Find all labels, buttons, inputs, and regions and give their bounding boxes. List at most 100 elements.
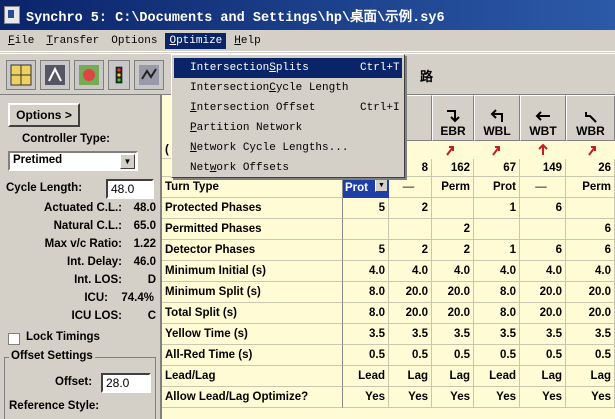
- grid-cell[interactable]: Yes: [389, 387, 432, 408]
- lane-settings-button[interactable]: [40, 60, 70, 90]
- grid-cell[interactable]: Lead: [343, 366, 389, 387]
- menu-file[interactable]: File: [4, 33, 38, 49]
- grid-cell[interactable]: [432, 198, 474, 219]
- grid-cell[interactable]: 0.5: [474, 345, 520, 366]
- grid-cell[interactable]: Yes: [343, 387, 389, 408]
- title-bar: Synchro 5: C:\Documents and Settings\hp\…: [0, 0, 615, 30]
- grid-cell[interactable]: [520, 219, 566, 240]
- offset-input[interactable]: 28.0: [101, 373, 151, 393]
- signal-button[interactable]: [108, 60, 130, 90]
- grid-cell[interactable]: 4.0: [474, 261, 520, 282]
- column-header-wbt[interactable]: WBT: [520, 95, 566, 141]
- grid-cell[interactable]: 1: [474, 240, 520, 261]
- volume-cell[interactable]: 149: [520, 159, 566, 177]
- grid-cell[interactable]: 3.5: [520, 324, 566, 345]
- column-header-wbr[interactable]: WBR: [566, 95, 615, 141]
- chevron-down-icon[interactable]: ▼: [375, 178, 388, 192]
- grid-cell[interactable]: 20.0: [432, 303, 474, 324]
- grid-cell[interactable]: Lag: [389, 366, 432, 387]
- grid-cell[interactable]: Lead: [474, 366, 520, 387]
- grid-cell[interactable]: 3.5: [343, 324, 389, 345]
- grid-cell[interactable]: Yes: [566, 387, 615, 408]
- grid-cell[interactable]: 4.0: [389, 261, 432, 282]
- grid-cell[interactable]: 4.0: [432, 261, 474, 282]
- grid-cell[interactable]: 20.0: [520, 282, 566, 303]
- menu-item-network-cycle-lengths[interactable]: Network Cycle Lengths...: [174, 138, 402, 158]
- menu-item-intersection-offset[interactable]: Intersection Offset Ctrl+I: [174, 98, 402, 118]
- menu-item-network-offsets[interactable]: Net w ork Offsets: [174, 158, 402, 178]
- grid-cell[interactable]: Yes: [432, 387, 474, 408]
- grid-cell[interactable]: [566, 198, 615, 219]
- grid-cell[interactable]: 4.0: [343, 261, 389, 282]
- grid-cell[interactable]: 2: [432, 219, 474, 240]
- optimize-menu: Intersection Splits Ctrl+T Intersection …: [171, 54, 405, 178]
- menu-help[interactable]: Help: [230, 33, 264, 49]
- grid-cell[interactable]: 20.0: [566, 282, 615, 303]
- volume-cell[interactable]: 67: [474, 159, 520, 177]
- menu-options[interactable]: Options: [107, 33, 161, 49]
- grid-cell[interactable]: 0.5: [432, 345, 474, 366]
- map-view-button[interactable]: [6, 60, 36, 90]
- turn-type-select[interactable]: Prot ▼: [343, 177, 389, 198]
- menu-transfer[interactable]: Transfer: [42, 33, 103, 49]
- grid-cell[interactable]: Yes: [520, 387, 566, 408]
- grid-cell[interactable]: 2: [389, 240, 432, 261]
- grid-cell[interactable]: 4.0: [566, 261, 615, 282]
- controller-type-select[interactable]: Pretimed ▼: [8, 151, 138, 171]
- grid-cell[interactable]: [389, 219, 432, 240]
- grid-cell[interactable]: 3.5: [432, 324, 474, 345]
- grid-cell[interactable]: 3.5: [389, 324, 432, 345]
- grid-cell[interactable]: 3.5: [566, 324, 615, 345]
- grid-cell[interactable]: 4.0: [520, 261, 566, 282]
- grid-cell[interactable]: 8.0: [474, 303, 520, 324]
- menu-optimize[interactable]: Optimize: [165, 32, 227, 49]
- grid-cell[interactable]: 6: [566, 240, 615, 261]
- grid-cell[interactable]: 2: [389, 198, 432, 219]
- grid-cell[interactable]: 5: [343, 240, 389, 261]
- grid-cell[interactable]: Perm: [432, 177, 474, 198]
- cycle-length-input[interactable]: 48.0: [106, 179, 154, 199]
- grid-cell[interactable]: 8.0: [474, 282, 520, 303]
- grid-cell[interactable]: 20.0: [566, 303, 615, 324]
- options-button[interactable]: Options >: [8, 103, 80, 127]
- grid-cell[interactable]: Lag: [432, 366, 474, 387]
- grid-cell[interactable]: Yes: [474, 387, 520, 408]
- grid-cell[interactable]: Lag: [520, 366, 566, 387]
- menu-item-intersection-cycle-length[interactable]: Intersection Cycle Length: [174, 78, 402, 98]
- timing-settings-button[interactable]: [134, 60, 164, 90]
- grid-cell[interactable]: [474, 219, 520, 240]
- lock-timings-checkbox[interactable]: [8, 333, 20, 345]
- menu-item-partition-network[interactable]: Partition Network: [174, 118, 402, 138]
- grid-cell[interactable]: 6: [566, 219, 615, 240]
- red-arrow-icon: [446, 146, 454, 156]
- grid-cell[interactable]: 8.0: [343, 282, 389, 303]
- grid-cell[interactable]: 20.0: [389, 303, 432, 324]
- grid-cell[interactable]: 2: [432, 240, 474, 261]
- grid-cell[interactable]: 6: [520, 240, 566, 261]
- volume-settings-button[interactable]: [74, 60, 104, 90]
- grid-cell[interactable]: Prot: [474, 177, 520, 198]
- grid-cell[interactable]: [343, 219, 389, 240]
- grid-cell[interactable]: —: [389, 177, 432, 198]
- menu-item-intersection-splits[interactable]: Intersection Splits Ctrl+T: [174, 58, 402, 78]
- grid-cell[interactable]: Lag: [566, 366, 615, 387]
- grid-cell[interactable]: 0.5: [343, 345, 389, 366]
- grid-cell[interactable]: 20.0: [389, 282, 432, 303]
- grid-cell[interactable]: 0.5: [520, 345, 566, 366]
- column-header-wbl[interactable]: WBL: [474, 95, 520, 141]
- grid-cell[interactable]: 20.0: [520, 303, 566, 324]
- grid-cell[interactable]: 6: [520, 198, 566, 219]
- grid-cell[interactable]: Perm: [566, 177, 615, 198]
- grid-cell[interactable]: 20.0: [432, 282, 474, 303]
- grid-cell[interactable]: —: [520, 177, 566, 198]
- grid-cell[interactable]: 5: [343, 198, 389, 219]
- grid-cell[interactable]: 3.5: [474, 324, 520, 345]
- grid-cell[interactable]: 0.5: [389, 345, 432, 366]
- grid-cell[interactable]: 1: [474, 198, 520, 219]
- grid-cell[interactable]: 0.5: [566, 345, 615, 366]
- chevron-down-icon[interactable]: ▼: [120, 154, 135, 169]
- column-header-ebr[interactable]: EBR: [432, 95, 474, 141]
- volume-cell[interactable]: 162: [432, 159, 474, 177]
- volume-cell[interactable]: 26: [566, 159, 615, 177]
- grid-cell[interactable]: 8.0: [343, 303, 389, 324]
